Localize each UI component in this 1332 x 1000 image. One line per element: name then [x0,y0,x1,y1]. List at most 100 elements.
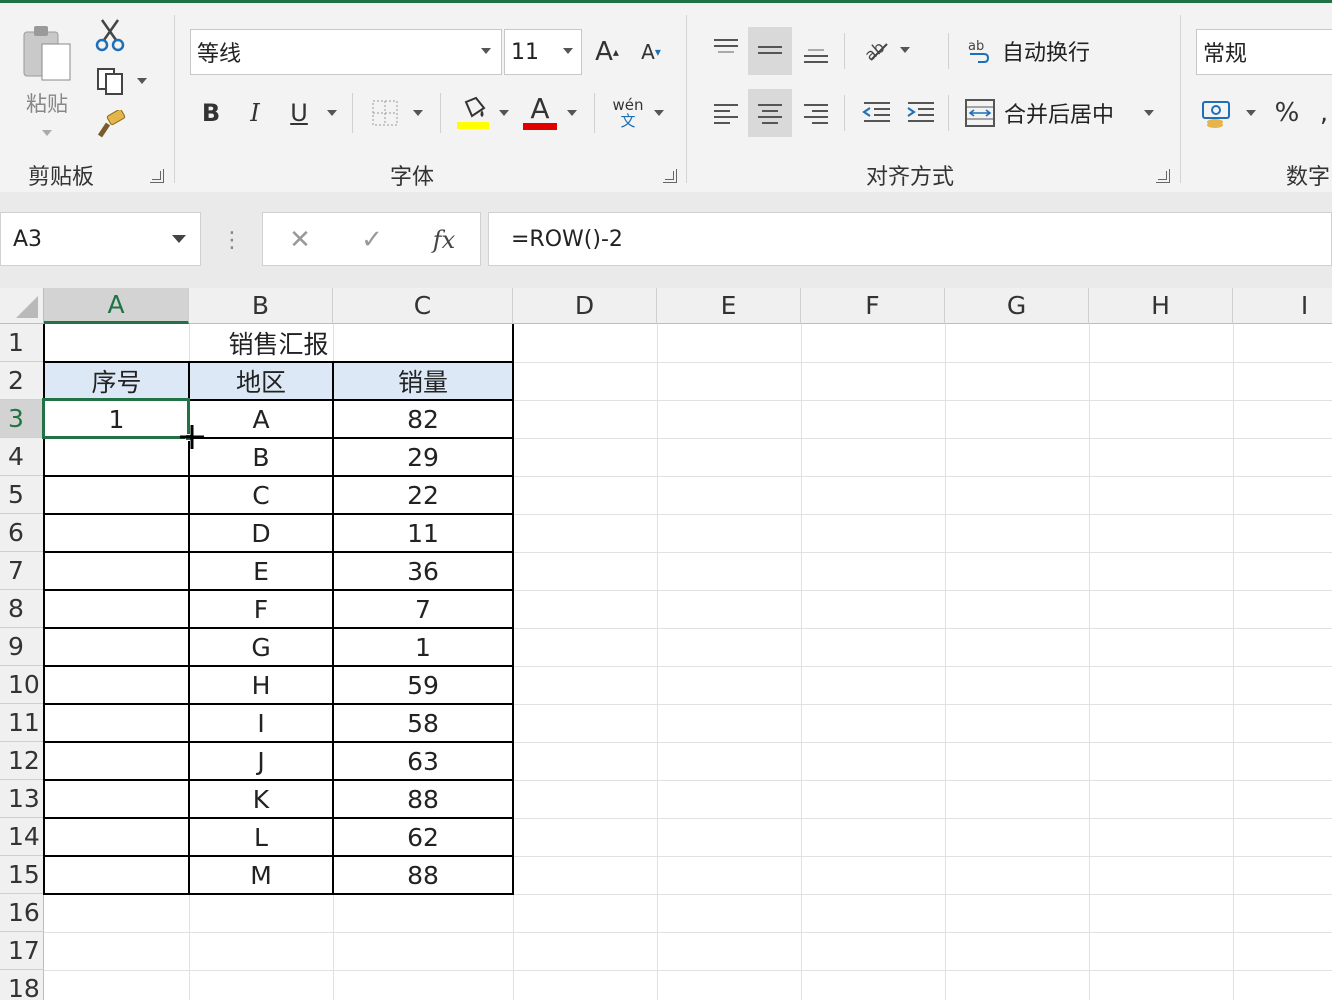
data-cell-sales[interactable]: 62 [333,818,513,856]
borders-icon[interactable] [368,93,402,133]
data-cell-region[interactable]: L [189,818,333,856]
copy-dropdown-icon[interactable] [137,78,147,84]
row-header-16[interactable]: 16 [0,894,44,932]
data-cell-seq[interactable] [44,438,189,476]
data-cell-region[interactable]: G [189,628,333,666]
data-cell-seq[interactable] [44,856,189,894]
merge-center-dropdown-icon[interactable] [1144,110,1154,116]
fill-color-dropdown-icon[interactable] [499,110,509,116]
row-header-1[interactable]: 1 [0,324,44,362]
row-header-15[interactable]: 15 [0,856,44,894]
phonetic-dropdown-icon[interactable] [654,110,664,116]
data-cell-seq[interactable] [44,780,189,818]
cut-icon[interactable] [92,17,128,53]
confirm-formula-icon[interactable]: ✓ [353,221,391,259]
number-format-combo[interactable]: 常规 [1196,29,1332,75]
name-box[interactable]: A3 [0,212,201,266]
data-cell-region[interactable]: K [189,780,333,818]
row-header-6[interactable]: 6 [0,514,44,552]
data-cell-region[interactable]: I [189,704,333,742]
column-header-e[interactable]: E [657,288,801,324]
selected-cell-a3[interactable] [42,398,190,439]
data-cell-seq[interactable] [44,590,189,628]
data-cell-region[interactable]: A [189,400,333,438]
data-cell-region[interactable]: M [189,856,333,894]
phonetic-guide-button[interactable]: wén 文 [606,91,650,135]
formula-bar-grip-icon[interactable]: ⋮ [221,222,243,258]
data-cell-seq[interactable] [44,742,189,780]
alignment-launcher-icon[interactable] [1156,169,1170,183]
data-cell-seq[interactable] [44,818,189,856]
row-header-18[interactable]: 18 [0,970,44,1000]
row-header-3[interactable]: 3 [0,400,44,438]
align-bottom-icon[interactable] [794,31,838,75]
data-cell-sales[interactable]: 88 [333,856,513,894]
data-cell-sales[interactable]: 22 [333,476,513,514]
data-cell-sales[interactable]: 63 [333,742,513,780]
font-color-icon[interactable]: A [520,91,560,133]
decrease-font-icon[interactable]: A ▾ [634,31,668,73]
row-header-12[interactable]: 12 [0,742,44,780]
copy-icon[interactable] [92,63,128,99]
borders-dropdown-icon[interactable] [413,110,423,116]
data-cell-region[interactable]: J [189,742,333,780]
data-cell-sales[interactable]: 7 [333,590,513,628]
row-header-9[interactable]: 9 [0,628,44,666]
data-cell-region[interactable]: F [189,590,333,628]
column-header-b[interactable]: B [189,288,333,324]
data-cell-region[interactable]: D [189,514,333,552]
data-cell-sales[interactable]: 36 [333,552,513,590]
data-cell-seq[interactable] [44,704,189,742]
increase-font-icon[interactable]: A ▴ [590,31,624,73]
data-cell-seq[interactable] [44,666,189,704]
paste-button[interactable]: 粘贴 [14,17,80,141]
table-title-cell[interactable]: 销售汇报 [44,324,513,362]
data-cell-region[interactable]: H [189,666,333,704]
accounting-dropdown-icon[interactable] [1246,110,1256,116]
row-header-11[interactable]: 11 [0,704,44,742]
column-header-f[interactable]: F [801,288,945,324]
align-top-icon[interactable] [704,27,748,71]
increase-indent-icon[interactable] [900,91,940,135]
orientation-dropdown-icon[interactable] [900,47,910,53]
data-cell-sales[interactable]: 11 [333,514,513,552]
header-cell[interactable]: 销量 [333,362,513,400]
row-header-7[interactable]: 7 [0,552,44,590]
italic-button[interactable]: I [238,93,272,133]
clipboard-launcher-icon[interactable] [150,169,164,183]
data-cell-region[interactable]: B [189,438,333,476]
column-header-a[interactable]: A [44,288,189,324]
data-cell-sales[interactable]: 88 [333,780,513,818]
cancel-formula-icon[interactable]: ✕ [281,221,319,259]
name-box-dropdown-icon[interactable] [172,235,186,243]
data-cell-sales[interactable]: 1 [333,628,513,666]
data-cell-seq[interactable] [44,552,189,590]
row-header-14[interactable]: 14 [0,818,44,856]
data-cell-sales[interactable]: 59 [333,666,513,704]
paste-dropdown-icon[interactable] [42,130,52,136]
header-cell[interactable]: 地区 [189,362,333,400]
orientation-icon[interactable]: ab [856,29,896,69]
align-right-icon[interactable] [794,91,838,135]
align-middle-icon[interactable] [748,27,792,75]
align-center-icon[interactable] [748,89,792,137]
data-cell-sales[interactable]: 58 [333,704,513,742]
row-header-8[interactable]: 8 [0,590,44,628]
column-header-i[interactable]: I [1233,288,1332,324]
font-launcher-icon[interactable] [663,169,677,183]
row-header-10[interactable]: 10 [0,666,44,704]
font-name-combo[interactable]: 等线 [190,29,502,75]
fill-color-icon[interactable] [454,91,492,133]
header-cell[interactable]: 序号 [44,362,189,400]
underline-dropdown-icon[interactable] [327,110,337,116]
data-cell-seq[interactable] [44,514,189,552]
column-header-h[interactable]: H [1089,288,1233,324]
font-color-dropdown-icon[interactable] [567,110,577,116]
font-name-dropdown-icon[interactable] [481,48,491,54]
insert-function-icon[interactable]: fx [423,221,465,259]
row-header-4[interactable]: 4 [0,438,44,476]
row-header-17[interactable]: 17 [0,932,44,970]
row-header-2[interactable]: 2 [0,362,44,400]
decrease-indent-icon[interactable] [856,91,896,135]
data-cell-seq[interactable] [44,628,189,666]
